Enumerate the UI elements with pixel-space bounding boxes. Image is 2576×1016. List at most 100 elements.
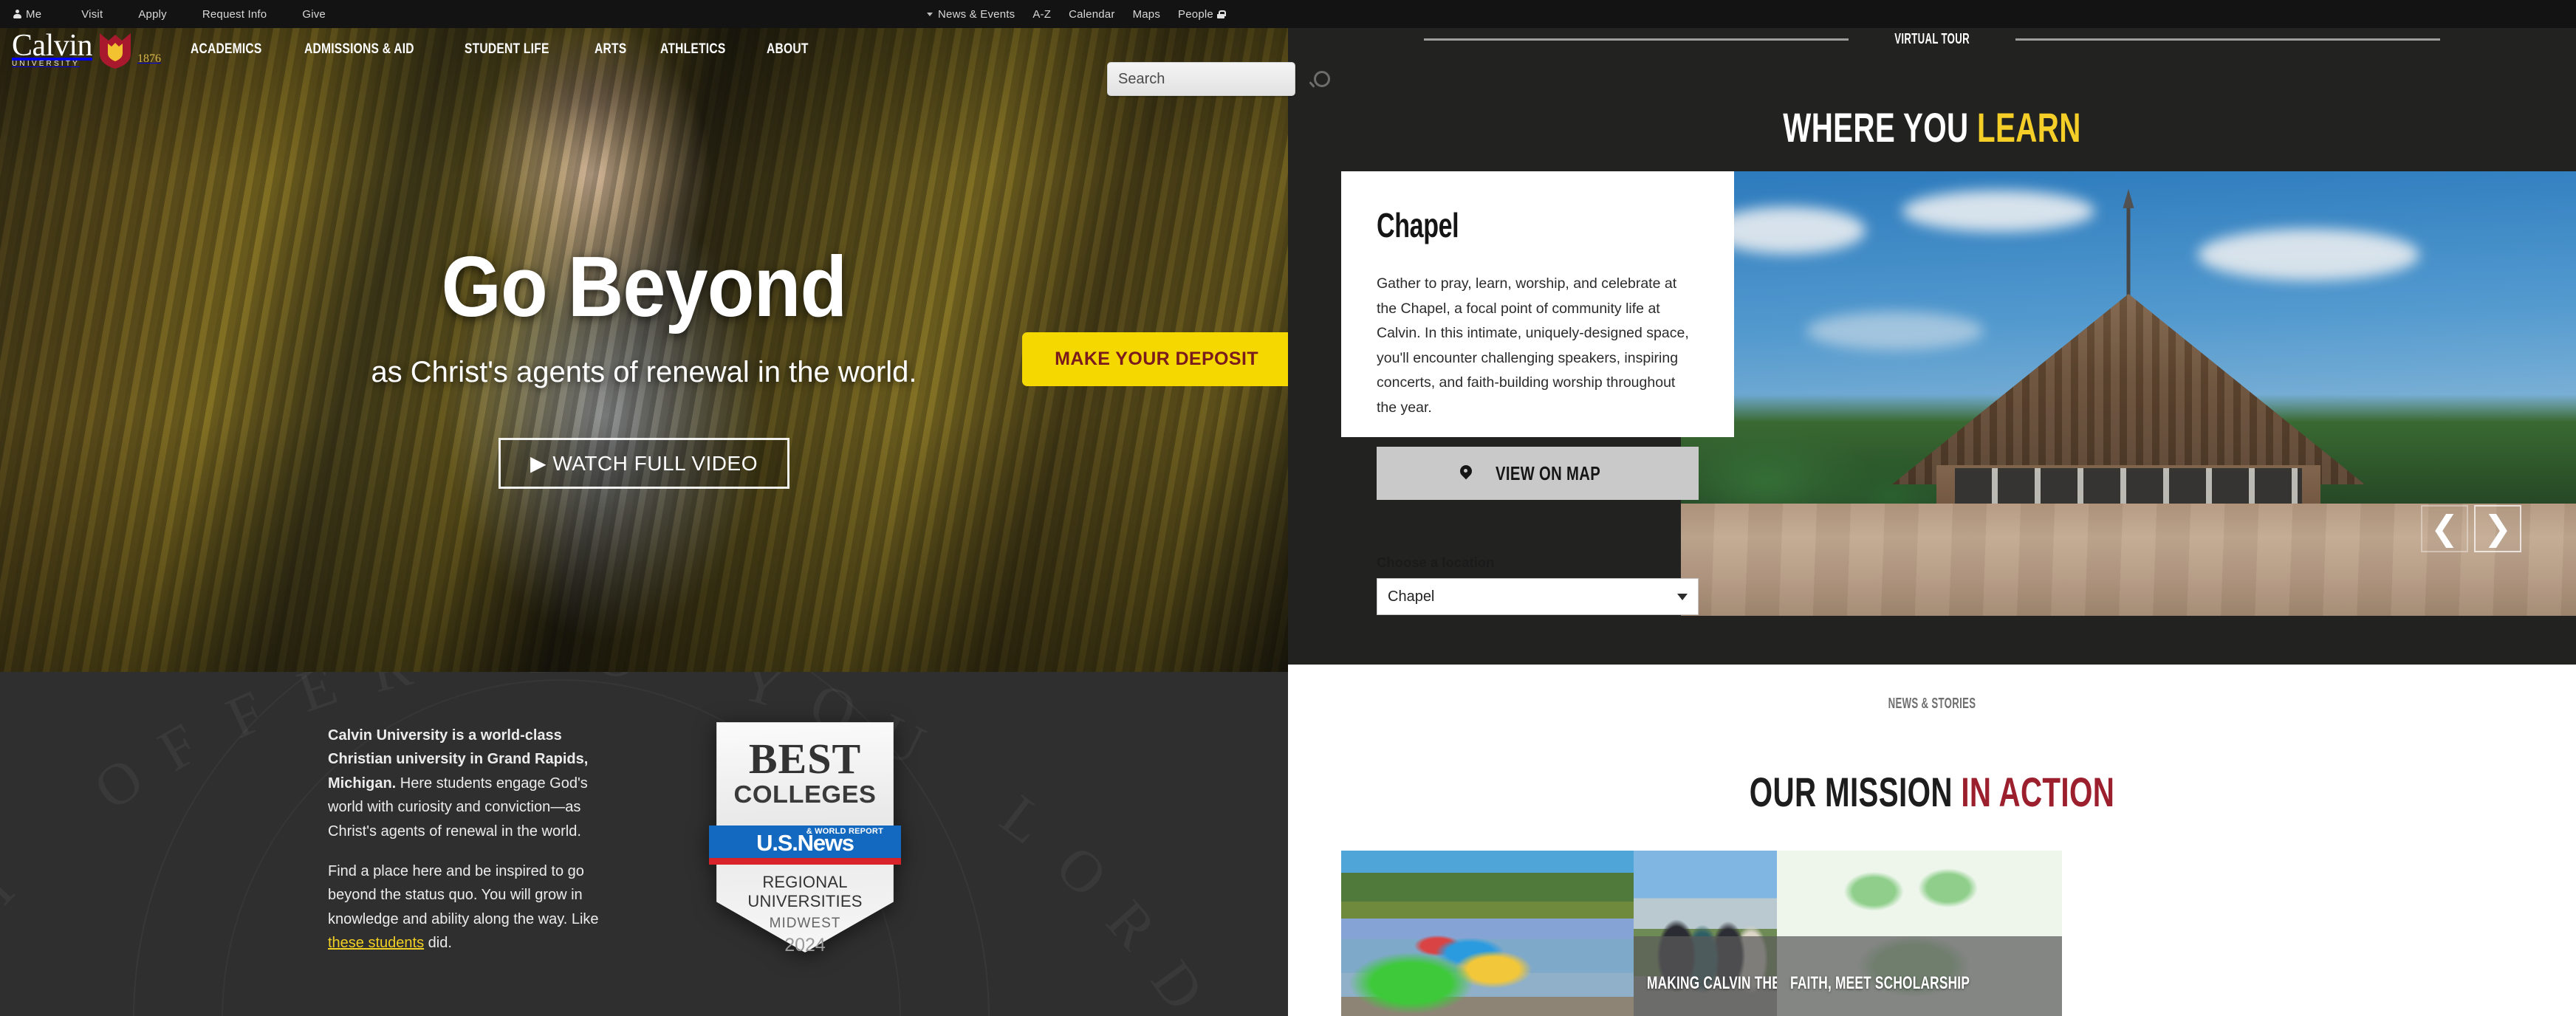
utility-nav-bar: Me Visit Apply Request Info Give News & Even…: [0, 0, 2576, 28]
news-eyebrow: NEWS & STORIES: [1288, 696, 2576, 713]
virtual-tour-heading: WHERE YOU LEARN: [1468, 103, 2396, 151]
intro-paragraph-2-before: Find a place here and be inspired to go …: [328, 862, 599, 927]
badge-red-ribbon: [709, 858, 901, 865]
map-pin-icon: [1460, 465, 1472, 481]
search-input[interactable]: [1118, 70, 1314, 88]
location-title: Chapel: [1377, 206, 1459, 244]
virtual-tour-heading-accent: LEARN: [1977, 104, 2081, 151]
utility-link-maps[interactable]: Maps: [1133, 8, 1160, 21]
seal-letter: T: [518, 672, 557, 688]
utility-link-label: Give: [302, 7, 326, 21]
us-news-best-colleges-badge: BEST COLLEGES U.S.News & WORLD REPORT RE…: [709, 722, 901, 955]
calvin-logo[interactable]: Calvin UNIVERSITY 1876: [0, 29, 161, 69]
eyebrow-rule-right: [2015, 38, 2441, 41]
utility-link-label: A-Z: [1032, 7, 1052, 21]
utility-link-people[interactable]: People: [1178, 7, 1226, 21]
left-column: Go Beyond as Christ's agents of renewal …: [0, 0, 1288, 1016]
utility-link-label: News & Events: [938, 7, 1015, 21]
virtual-tour-heading-plain: WHERE YOU: [1783, 104, 1978, 151]
brand-name: Calvin: [12, 29, 93, 63]
make-your-deposit-button[interactable]: MAKE YOUR DEPOSIT: [1022, 332, 1288, 386]
seal-letter: R: [364, 672, 418, 707]
page-root: Go Beyond as Christ's agents of renewal …: [0, 0, 2576, 1016]
utility-link-a-z[interactable]: A-Z: [1032, 8, 1051, 21]
news-heading-plain: OUR MISSION: [1749, 769, 1962, 815]
badge-category: REGIONAL UNIVERSITIES: [747, 873, 863, 910]
these-students-link[interactable]: these students: [328, 935, 424, 951]
seal-letter: Y: [733, 672, 792, 721]
utility-link-apply[interactable]: Apply: [138, 8, 186, 21]
utility-link-calendar[interactable]: Calendar: [1069, 8, 1114, 21]
seal-letter: O: [1044, 833, 1120, 910]
news-eyebrow-label: NEWS & STORIES: [1888, 696, 1976, 712]
virtual-tour-info-card: Chapel Gather to pray, learn, worship, a…: [1341, 171, 1734, 616]
news-card-title: MAKING CALVIN THEIR OWN: [1647, 973, 1777, 993]
chapel-photo: ❮ ❯: [1681, 171, 2576, 616]
seal-letter: F: [148, 711, 210, 784]
brand-founding-year: 1876: [137, 52, 161, 65]
nav-item-academics[interactable]: ACADEMICS: [191, 41, 262, 58]
nav-item-arts[interactable]: ARTS: [595, 41, 626, 58]
view-on-map-label: VIEW ON MAP: [1495, 461, 1601, 484]
seal-letter: F: [217, 678, 275, 752]
seal-letter: R: [1094, 888, 1169, 961]
badge-best-label: BEST: [748, 735, 862, 783]
carousel-prev-button[interactable]: ❮: [2421, 505, 2468, 552]
seal-letter: L: [989, 783, 1058, 857]
main-nav-bar: Calvin UNIVERSITY 1876 ACADEMICS ADMISSIO…: [0, 28, 1330, 96]
nav-item-athletics[interactable]: ATHLETICS: [660, 41, 725, 58]
utility-nav-right: News & Events A-Z Calendar Maps People: [927, 8, 1242, 21]
lock-icon: [1216, 10, 1226, 18]
intro-paragraph-1: Calvin University is a world-class Chris…: [328, 724, 623, 843]
calvin-shield-icon: [100, 33, 131, 69]
utility-link-label: Request Info: [202, 7, 267, 21]
news-card-image: [1341, 851, 1634, 1016]
utility-link-me[interactable]: Me: [13, 8, 61, 21]
nav-item-student-life[interactable]: STUDENT LIFE: [465, 41, 549, 58]
news-card[interactable]: FAITH, MEET SCHOLARSHIP: [1777, 851, 2062, 1016]
news-heading: OUR MISSION IN ACTION: [1468, 768, 2396, 816]
utility-link-label: Me: [26, 7, 42, 21]
view-on-map-button[interactable]: VIEW ON MAP: [1377, 447, 1699, 501]
utility-link-label: Apply: [138, 7, 167, 21]
watch-full-video-button[interactable]: ▶ WATCH FULL VIDEO: [499, 438, 789, 489]
utility-link-news-events[interactable]: News & Events: [927, 8, 1015, 21]
virtual-tour-eyebrow: VIRTUAL TOUR: [1288, 31, 2576, 48]
eyebrow-rule-left: [1423, 38, 1849, 41]
news-card[interactable]: MAKING CALVIN THEIR OWN: [1634, 851, 1777, 1016]
virtual-tour-eyebrow-label: VIRTUAL TOUR: [1894, 31, 1970, 47]
caret-down-icon: [927, 13, 933, 17]
badge-year: 2024: [784, 935, 826, 955]
seal-letter: O: [82, 745, 156, 823]
badge-publisher-sub: & WORLD REPORT: [806, 827, 883, 836]
news-card-title: FAITH, MEET SCHOLARSHIP: [1790, 973, 1970, 993]
news-card[interactable]: [1341, 851, 1634, 1016]
utility-link-label: People: [1178, 7, 1213, 21]
nav-item-about[interactable]: ABOUT: [767, 41, 809, 58]
utility-link-visit[interactable]: Visit: [81, 8, 122, 21]
intro-paragraph-2: Find a place here and be inspired to go …: [328, 859, 623, 955]
seal-letter: I: [0, 857, 27, 917]
badge-top-text: BEST COLLEGES: [716, 738, 894, 806]
seal-letter: E: [290, 672, 345, 725]
intro-section: T I OFFER TO YOU LORD: [0, 672, 1288, 1016]
person-icon: [13, 9, 21, 18]
search-box[interactable]: [1107, 62, 1330, 96]
utility-link-request-info[interactable]: Request Info: [202, 8, 286, 21]
hero-banner: Go Beyond as Christ's agents of renewal …: [0, 0, 1288, 672]
seal-letter: O: [592, 672, 639, 692]
location-select[interactable]: Chapel: [1377, 578, 1699, 616]
location-description: Gather to pray, learn, worship, and cele…: [1377, 275, 1689, 416]
carousel-next-button[interactable]: ❯: [2474, 505, 2521, 552]
hero-title: Go Beyond: [441, 238, 848, 334]
badge-bottom-text: REGIONAL UNIVERSITIES MIDWEST 2024: [716, 873, 894, 956]
nav-item-admissions-aid[interactable]: ADMISSIONS & AID: [304, 41, 414, 58]
location-select-value: Chapel: [1388, 588, 1435, 605]
intro-text: Calvin University is a world-class Chris…: [328, 724, 623, 972]
utility-link-label: Maps: [1132, 7, 1161, 21]
utility-link-give[interactable]: Give: [302, 8, 345, 21]
badge-region: MIDWEST: [769, 916, 841, 931]
utility-link-label: Calendar: [1069, 7, 1115, 21]
choose-location-label: Choose a location: [1377, 555, 1495, 571]
virtual-tour-section: VIRTUAL TOUR WHERE YOU LEARN Chapel Gath…: [1288, 0, 2576, 665]
